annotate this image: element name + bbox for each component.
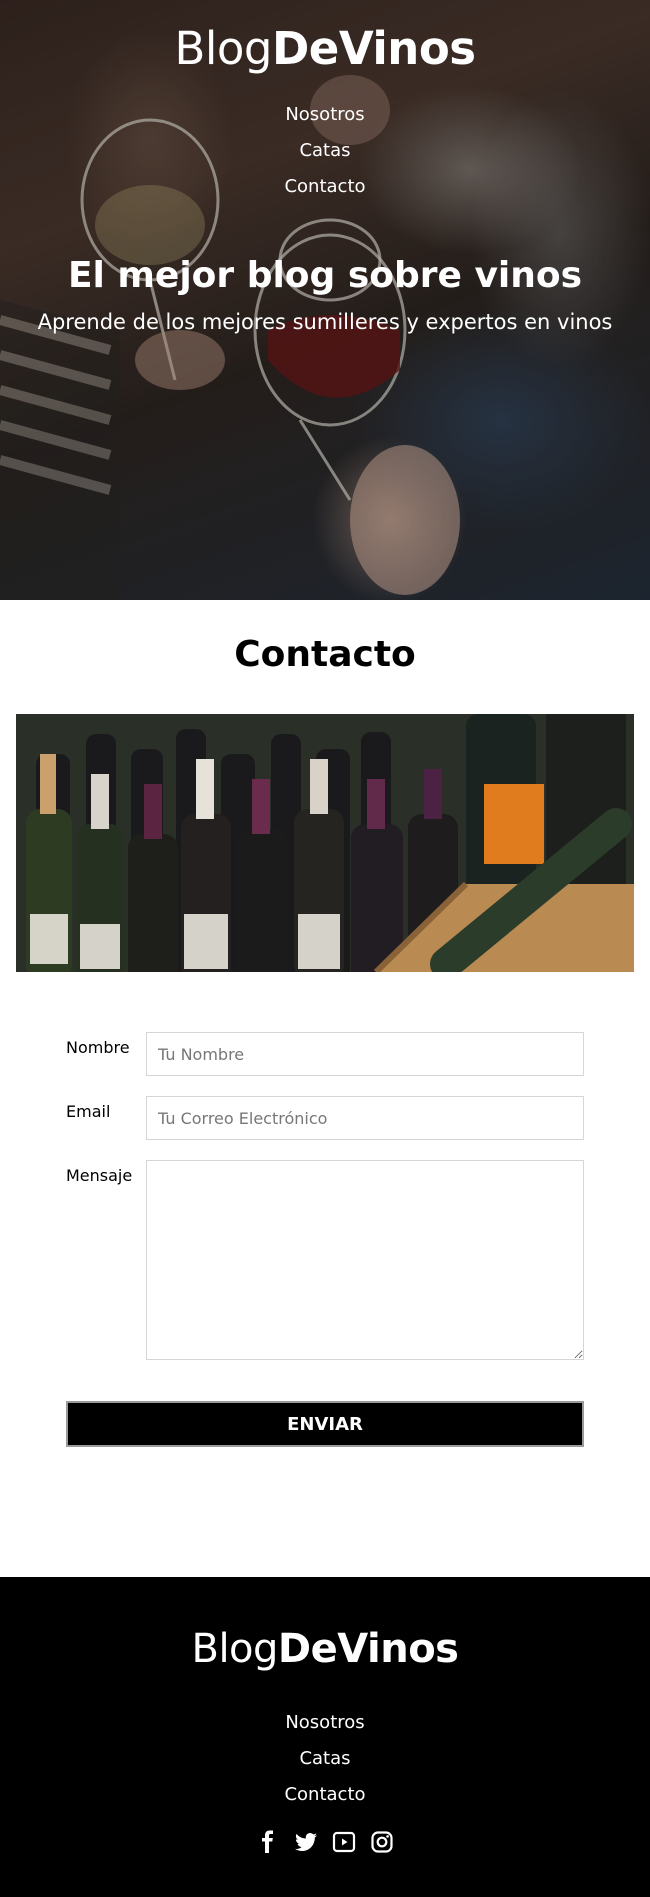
name-label: Nombre	[66, 1038, 130, 1057]
footer-nav-item-catas[interactable]: Catas	[0, 1741, 650, 1777]
twitter-icon[interactable]	[294, 1830, 318, 1854]
instagram-icon[interactable]	[370, 1830, 394, 1854]
nav-item-catas[interactable]: Catas	[0, 133, 650, 169]
social-links	[0, 1830, 650, 1854]
send-button[interactable]: ENVIAR	[66, 1401, 584, 1447]
footer-logo-bold-text: DeVinos	[277, 1626, 459, 1672]
footer-logo-light-text: Blog	[191, 1626, 279, 1672]
nav-item-contacto[interactable]: Contacto	[0, 169, 650, 205]
logo-bold-text: DeVinos	[271, 22, 476, 75]
hero-section: BlogDeVinos Nosotros Catas Contacto El m…	[0, 0, 650, 600]
page-title: Contacto	[234, 634, 416, 675]
email-input[interactable]	[146, 1096, 584, 1140]
footer-nav-item-contacto[interactable]: Contacto	[0, 1777, 650, 1813]
main-nav: Nosotros Catas Contacto	[0, 97, 650, 205]
footer-logo[interactable]: BlogDeVinos	[0, 1626, 650, 1672]
hero-title: El mejor blog sobre vinos	[67, 255, 583, 296]
name-row: Nombre	[66, 1032, 584, 1076]
facebook-icon[interactable]	[256, 1830, 280, 1854]
logo-light-text: Blog	[174, 22, 272, 75]
wine-bottles-image	[16, 714, 634, 972]
youtube-icon[interactable]	[332, 1830, 356, 1854]
message-row: Mensaje	[66, 1160, 584, 1360]
name-input[interactable]	[146, 1032, 584, 1076]
site-footer: BlogDeVinos Nosotros Catas Contacto	[0, 1577, 650, 1897]
hero-subtitle: Aprende de los mejores sumilleres y expe…	[37, 310, 613, 334]
email-row: Email	[66, 1096, 584, 1140]
email-label: Email	[66, 1102, 111, 1121]
site-logo[interactable]: BlogDeVinos	[0, 22, 650, 75]
message-label: Mensaje	[66, 1166, 133, 1185]
footer-nav: Nosotros Catas Contacto	[0, 1705, 650, 1813]
message-textarea[interactable]	[146, 1160, 584, 1360]
footer-nav-item-nosotros[interactable]: Nosotros	[0, 1705, 650, 1741]
nav-item-nosotros[interactable]: Nosotros	[0, 97, 650, 133]
